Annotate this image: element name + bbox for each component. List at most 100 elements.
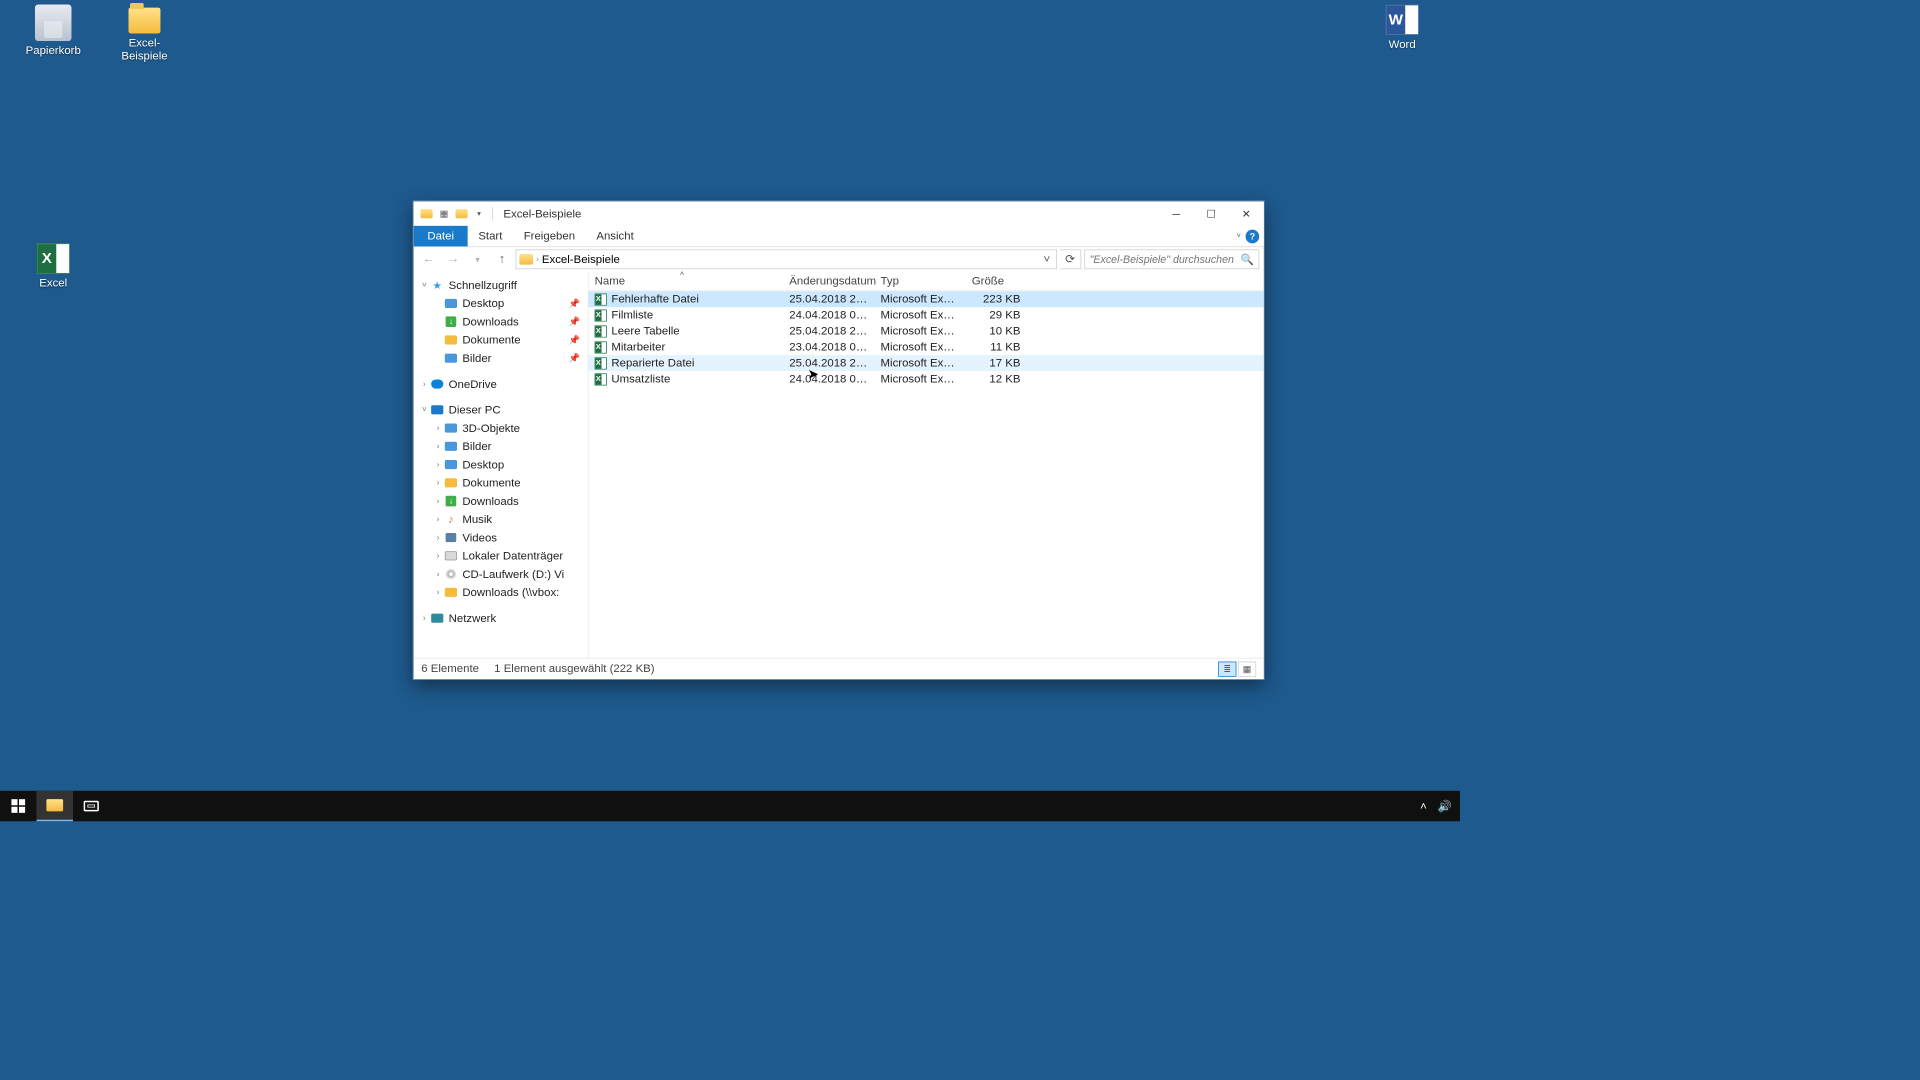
file-size: 17 KB [966,357,1027,370]
nav-pc-item[interactable]: ›Lokaler Datenträger [414,547,588,565]
nav-onedrive[interactable]: › OneDrive [414,375,588,393]
close-button[interactable]: ✕ [1229,202,1264,226]
expand-icon[interactable]: › [418,614,430,623]
pin-icon[interactable]: 📌 [569,335,585,346]
nav-this-pc[interactable]: ˅ Dieser PC [414,401,588,419]
expand-icon[interactable]: › [432,551,444,560]
breadcrumb-segment[interactable]: Excel-Beispiele [542,253,620,266]
nav-pc-item[interactable]: ›Videos [414,528,588,546]
expand-icon[interactable]: › [432,497,444,506]
file-type: Microsoft Excel-Ar... [874,325,965,338]
desktop-icon-folder[interactable]: Excel-Beispiele [106,8,182,63]
breadcrumb-bar[interactable]: › Excel-Beispiele ˅ [516,249,1057,269]
folder-icon [446,316,457,327]
search-icon[interactable]: 🔍 [1241,253,1254,266]
qat-new-folder-button[interactable] [453,205,470,222]
file-date: 25.04.2018 22:42 [783,357,874,370]
window-title: Excel-Beispiele [503,207,581,220]
nav-pc-item[interactable]: ›Downloads [414,492,588,510]
expand-icon[interactable]: › [432,460,444,469]
drive-icon [445,551,457,560]
desktop-icon-excel[interactable]: Excel [15,243,91,289]
expand-icon[interactable]: › [432,533,444,542]
view-details-button[interactable]: ≣ [1218,661,1236,676]
expand-icon[interactable]: › [432,478,444,487]
file-row[interactable]: Mitarbeiter23.04.2018 00:05Microsoft Exc… [589,339,1264,355]
nav-network[interactable]: › Netzwerk [414,609,588,627]
file-row[interactable]: Leere Tabelle25.04.2018 22:30Microsoft E… [589,323,1264,339]
nav-pc-item[interactable]: ›♪Musik [414,510,588,528]
file-type: Microsoft Excel-Ar... [874,309,965,322]
col-type[interactable]: Typ [874,275,965,288]
nav-pc-item[interactable]: ›Bilder [414,437,588,455]
nav-pc-item[interactable]: ›Downloads (\\vbox: [414,583,588,601]
nav-pc-item[interactable]: ›Dokumente [414,474,588,492]
qat-customize-button[interactable]: ▾ [471,205,488,222]
nav-pc-item[interactable]: ›3D-Objekte [414,419,588,437]
excel-file-icon [595,357,607,369]
nav-recent-button[interactable]: ▾ [467,250,488,268]
chevron-right-icon[interactable]: › [536,255,539,264]
minimize-button[interactable]: ─ [1159,202,1194,226]
tab-file[interactable]: Datei [414,226,468,247]
titlebar[interactable]: ▦ ▾ Excel-Beispiele ─ ☐ ✕ [414,202,1264,226]
taskbar: ˄ 🔊 [0,791,1460,821]
tray-volume-icon[interactable]: 🔊 [1434,799,1455,813]
collapse-icon[interactable]: ˅ [418,281,430,290]
pc-icon [431,405,443,414]
pin-icon[interactable]: 📌 [569,316,585,327]
pin-icon[interactable]: 📌 [569,298,585,309]
tab-start[interactable]: Start [468,226,513,247]
desktop-icon-recycle-bin[interactable]: Papierkorb [15,5,91,57]
nav-pc-item[interactable]: ›Desktop [414,455,588,473]
view-large-icons-button[interactable]: ▦ [1238,661,1256,676]
tray-overflow-button[interactable]: ˄ [1413,800,1434,813]
maximize-button[interactable]: ☐ [1194,202,1229,226]
taskbar-task-view[interactable] [73,791,109,821]
breadcrumb-dropdown-button[interactable]: ˅ [1040,253,1053,266]
col-date[interactable]: Änderungsdatum [783,275,874,288]
file-list: Name ˄ Änderungsdatum Typ Größe Fehlerha… [589,271,1264,657]
nav-quick-item[interactable]: Bilder📌 [414,349,588,367]
nav-back-button[interactable]: ← [418,250,439,268]
qat-folder-icon[interactable] [418,205,435,222]
column-headers: Name ˄ Änderungsdatum Typ Größe [589,271,1264,291]
nav-quick-access[interactable]: ˅ ★ Schnellzugriff [414,276,588,294]
qat-properties-button[interactable]: ▦ [436,205,453,222]
label: Dokumente [462,333,520,346]
tab-share[interactable]: Freigeben [513,226,586,247]
col-size[interactable]: Größe [966,275,1027,288]
pin-icon[interactable]: 📌 [569,353,585,364]
collapse-icon[interactable]: ˅ [418,405,430,414]
expand-icon[interactable]: › [432,424,444,433]
nav-quick-item[interactable]: Dokumente 📌 [414,331,588,349]
search-input[interactable] [1090,253,1236,265]
file-row[interactable]: Reparierte Datei25.04.2018 22:42Microsof… [589,355,1264,371]
expand-icon[interactable]: › [418,379,430,388]
help-button[interactable]: ? [1246,229,1260,243]
desktop-icon-word[interactable]: Word [1364,5,1440,51]
search-box[interactable]: 🔍 [1084,249,1259,269]
nav-up-button[interactable]: ↑ [491,250,512,268]
ribbon-expand-button[interactable]: ˅ [1237,232,1241,240]
excel-icon [36,243,69,273]
nav-quick-item[interactable]: Downloads📌 [414,313,588,331]
file-row[interactable]: Fehlerhafte Datei25.04.2018 21:47Microso… [589,291,1264,307]
taskbar-file-explorer[interactable] [36,791,72,821]
file-row[interactable]: Filmliste24.04.2018 03:17Microsoft Excel… [589,307,1264,323]
tab-view[interactable]: Ansicht [586,226,645,247]
nav-forward-button[interactable]: → [443,250,464,268]
folder-icon [46,799,63,811]
col-name[interactable]: Name [589,275,784,288]
expand-icon[interactable]: › [432,588,444,597]
start-button[interactable] [0,791,36,821]
file-row[interactable]: Umsatzliste24.04.2018 03:00Microsoft Exc… [589,371,1264,387]
nav-quick-item[interactable]: Desktop📌 [414,294,588,312]
expand-icon[interactable]: › [432,515,444,524]
excel-file-icon [595,309,607,321]
expand-icon[interactable]: › [432,442,444,451]
file-name: Umsatzliste [611,373,670,386]
nav-pc-item[interactable]: ›CD-Laufwerk (D:) Vi [414,565,588,583]
refresh-button[interactable]: ⟳ [1060,249,1081,269]
expand-icon[interactable]: › [432,570,444,579]
